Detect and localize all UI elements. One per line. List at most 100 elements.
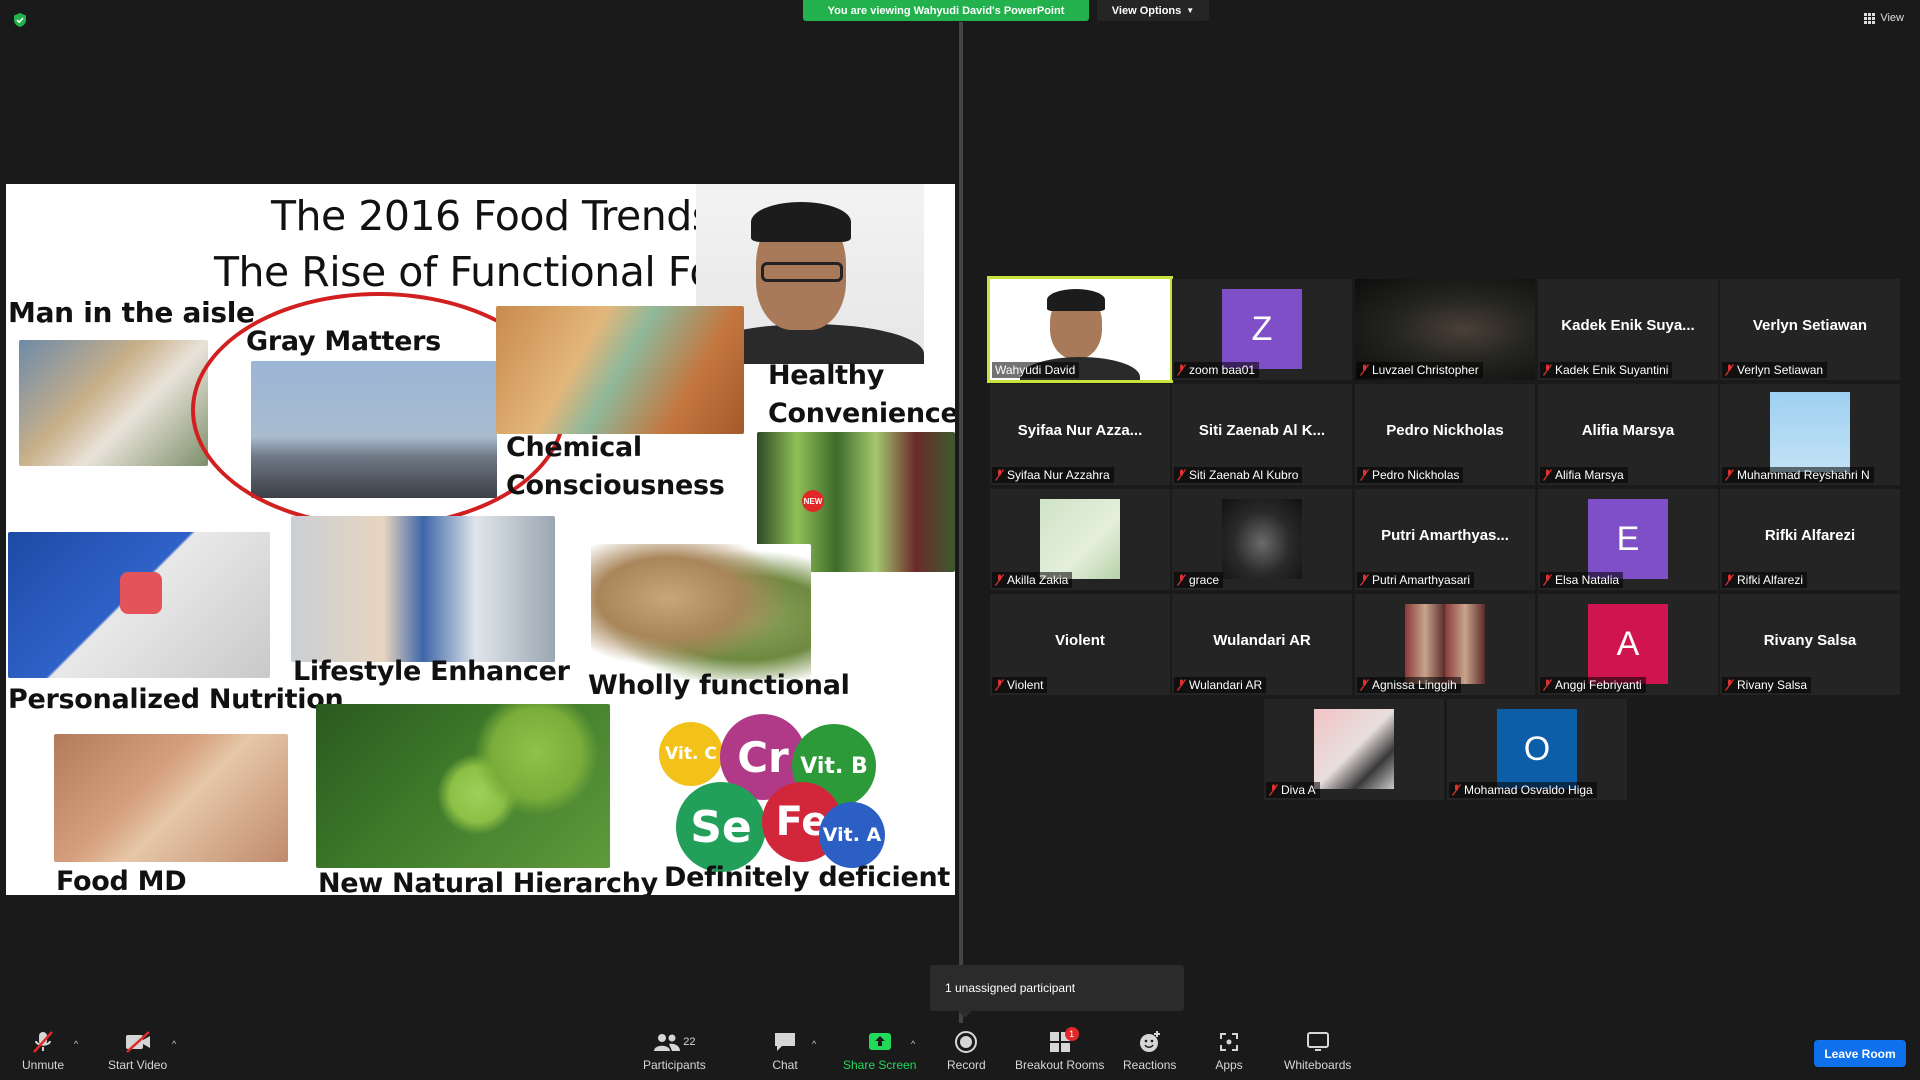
mic-muted-icon bbox=[1452, 784, 1461, 796]
unmute-button[interactable]: Unmute bbox=[22, 1030, 64, 1072]
participant-name-tag: Siti Zaenab Al Kubro bbox=[1174, 467, 1303, 483]
participant-name: Luvzael Christopher bbox=[1372, 363, 1479, 377]
participant-name-tag: Agnissa Linggih bbox=[1357, 677, 1461, 693]
record-label: Record bbox=[947, 1058, 986, 1072]
participant-tile[interactable]: Akilla Zakia bbox=[990, 489, 1170, 590]
mic-muted-icon bbox=[1725, 679, 1734, 691]
chat-button[interactable]: Chat bbox=[770, 1030, 800, 1072]
participant-display-name: Rifki Alfarezi bbox=[1764, 527, 1856, 544]
participant-tile[interactable]: Rivany Salsa Rivany Salsa bbox=[1720, 594, 1900, 695]
participants-button[interactable]: 22 Participants bbox=[643, 1030, 706, 1072]
participant-tile[interactable]: Syifaa Nur Azza... Syifaa Nur Azzahra bbox=[990, 384, 1170, 485]
participant-tile[interactable]: Siti Zaenab Al K... Siti Zaenab Al Kubro bbox=[1172, 384, 1352, 485]
participant-tile[interactable]: O Mohamad Osvaldo Higa bbox=[1447, 699, 1627, 800]
mic-muted-icon bbox=[1177, 574, 1186, 586]
participants-count: 22 bbox=[683, 1036, 696, 1048]
participant-tile[interactable]: Zzoom baa01 bbox=[1172, 279, 1352, 380]
apps-button[interactable]: Apps bbox=[1214, 1030, 1244, 1072]
viewing-share-banner: You are viewing Wahyudi David's PowerPoi… bbox=[803, 0, 1089, 21]
participant-name: Mohamad Osvaldo Higa bbox=[1464, 783, 1593, 797]
participant-name: Wahyudi David bbox=[995, 363, 1076, 377]
share-options-caret-icon[interactable]: ^ bbox=[911, 1039, 915, 1049]
zoom-meeting-window: You are viewing Wahyudi David's PowerPoi… bbox=[0, 0, 1920, 1080]
reactions-label: Reactions bbox=[1123, 1058, 1177, 1072]
reactions-smiley-icon bbox=[1135, 1030, 1165, 1054]
participant-name: Verlyn Setiawan bbox=[1737, 363, 1824, 377]
participant-tile[interactable]: Diva A bbox=[1264, 699, 1444, 800]
participant-tile[interactable]: Wahyudi David bbox=[987, 276, 1173, 383]
participant-tile[interactable]: A Anggi Febriyanti bbox=[1538, 594, 1718, 695]
participant-name-tag: Rivany Salsa bbox=[1722, 677, 1812, 693]
record-icon bbox=[951, 1030, 981, 1054]
view-options-button[interactable]: View Options ▼ bbox=[1097, 0, 1209, 21]
audio-options-caret-icon[interactable]: ^ bbox=[74, 1039, 78, 1049]
participant-name-tag: grace bbox=[1174, 572, 1224, 588]
participant-name: Muhammad Reyshahri N bbox=[1737, 468, 1870, 482]
participant-name-tag: Alifia Marsya bbox=[1540, 467, 1628, 483]
mic-muted-icon bbox=[995, 679, 1004, 691]
participant-avatar: O bbox=[1497, 709, 1577, 789]
label-personalized-nutrition: Personalized Nutrition bbox=[8, 684, 344, 715]
participant-name-tag: Luvzael Christopher bbox=[1357, 362, 1483, 378]
whiteboard-icon bbox=[1303, 1030, 1333, 1054]
participant-display-name: Rivany Salsa bbox=[1763, 632, 1857, 649]
participant-avatar: Z bbox=[1222, 289, 1302, 369]
reactions-button[interactable]: Reactions bbox=[1123, 1030, 1176, 1072]
participant-photo bbox=[1040, 499, 1120, 579]
participant-tile[interactable]: Kadek Enik Suya... Kadek Enik Suyantini bbox=[1538, 279, 1718, 380]
participant-name-tag: Wulandari AR bbox=[1174, 677, 1267, 693]
share-screen-button[interactable]: Share Screen bbox=[843, 1030, 916, 1072]
participant-display-name: Wulandari AR bbox=[1213, 632, 1311, 649]
participant-name-tag: Rifki Alfarezi bbox=[1722, 572, 1808, 588]
participant-tile[interactable]: Pedro Nickholas Pedro Nickholas bbox=[1355, 384, 1535, 485]
split-view-divider[interactable] bbox=[959, 22, 963, 1027]
participant-display-name: Syifaa Nur Azza... bbox=[1017, 422, 1143, 439]
participant-display-name: Siti Zaenab Al K... bbox=[1198, 422, 1326, 439]
video-options-caret-icon[interactable]: ^ bbox=[172, 1039, 176, 1049]
participant-name: Wulandari AR bbox=[1189, 678, 1263, 692]
participants-icon: 22 bbox=[646, 1030, 702, 1054]
start-video-button[interactable]: Start Video bbox=[108, 1030, 167, 1072]
leave-room-button[interactable]: Leave Room bbox=[1814, 1040, 1906, 1067]
chat-label: Chat bbox=[772, 1058, 798, 1072]
waist-measure-image bbox=[54, 734, 288, 862]
participant-tile[interactable]: Violent Violent bbox=[990, 594, 1170, 695]
participant-tile[interactable]: Muhammad Reyshahri N bbox=[1720, 384, 1900, 485]
chat-bubble-icon bbox=[770, 1030, 800, 1054]
security-shield-icon[interactable] bbox=[12, 12, 28, 28]
view-layout-button[interactable]: View bbox=[1864, 12, 1904, 24]
participant-name: Pedro Nickholas bbox=[1372, 468, 1460, 482]
participant-tile[interactable]: Rifki Alfarezi Rifki Alfarezi bbox=[1720, 489, 1900, 590]
mic-muted-icon bbox=[28, 1030, 58, 1054]
participant-tile[interactable]: Alifia Marsya Alifia Marsya bbox=[1538, 384, 1718, 485]
participant-name: Diva A bbox=[1281, 783, 1316, 797]
participant-tile[interactable]: E Elsa Natalia bbox=[1538, 489, 1718, 590]
mic-muted-icon bbox=[1725, 364, 1734, 376]
meeting-toolbar: Unmute ^ Start Video ^ 22 Participants C… bbox=[0, 1023, 1920, 1080]
unassigned-participant-tooltip[interactable]: 1 unassigned participant bbox=[930, 965, 1184, 1018]
participant-name-tag: Putri Amarthyasari bbox=[1357, 572, 1475, 588]
participant-tile[interactable]: Luvzael Christopher bbox=[1355, 279, 1535, 380]
whiteboards-button[interactable]: Whiteboards bbox=[1284, 1030, 1351, 1072]
view-options-label: View Options bbox=[1111, 4, 1182, 17]
label-convenience: Convenience bbox=[768, 398, 955, 429]
chat-options-caret-icon[interactable]: ^ bbox=[812, 1039, 816, 1049]
label-man-in-the-aisle: Man in the aisle bbox=[8, 296, 255, 329]
participant-display-name: Violent bbox=[1055, 632, 1105, 649]
label-new-natural-hierarchy: New Natural Hierarchy bbox=[318, 868, 658, 895]
label-food-md: Food MD bbox=[56, 866, 187, 895]
record-button[interactable]: Record bbox=[947, 1030, 986, 1072]
participant-name: Elsa Natalia bbox=[1555, 573, 1620, 587]
nuts-and-seeds-image bbox=[591, 544, 811, 679]
participant-tile[interactable]: Agnissa Linggih bbox=[1355, 594, 1535, 695]
video-off-icon bbox=[123, 1030, 153, 1054]
participant-tile[interactable]: grace bbox=[1172, 489, 1352, 590]
mic-muted-icon bbox=[1360, 469, 1369, 481]
participant-tile[interactable]: Wulandari AR Wulandari AR bbox=[1172, 594, 1352, 695]
participant-tile[interactable]: Verlyn Setiawan Verlyn Setiawan bbox=[1720, 279, 1900, 380]
breakout-rooms-button[interactable]: 1 Breakout Rooms bbox=[1015, 1027, 1104, 1072]
lifestyle-shopper-image bbox=[291, 516, 555, 662]
participant-avatar: A bbox=[1588, 604, 1668, 684]
man-in-aisle-image bbox=[19, 340, 208, 466]
participant-tile[interactable]: Putri Amarthyas... Putri Amarthyasari bbox=[1355, 489, 1535, 590]
